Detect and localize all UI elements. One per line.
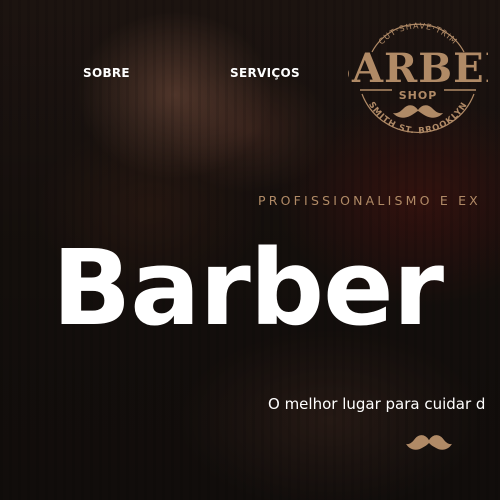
- hero-tagline: PROFISSIONALISMO E EX: [258, 193, 481, 208]
- logo-main-text: BARBER: [348, 45, 488, 92]
- nav-link-sobre[interactable]: SOBRE: [83, 66, 130, 80]
- logo-sub-text: SHOP: [399, 89, 438, 102]
- barbershop-logo[interactable]: CUT·SHAVE·TRIM BARBER SHOP SMITH ST. BRO…: [348, 10, 488, 150]
- logo-bottom-text: SMITH ST. BROOKLYN: [366, 100, 470, 136]
- mustache-icon: [405, 432, 453, 454]
- hero-headline: Barber: [52, 227, 444, 349]
- logo-graphic: CUT·SHAVE·TRIM BARBER SHOP SMITH ST. BRO…: [348, 21, 488, 136]
- nav-link-servicos[interactable]: SERVIÇOS: [230, 66, 300, 80]
- mustache-icon: [393, 105, 443, 118]
- logo-top-text: CUT·SHAVE·TRIM: [377, 21, 459, 46]
- hero-subtitle: O melhor lugar para cuidar d: [268, 395, 486, 413]
